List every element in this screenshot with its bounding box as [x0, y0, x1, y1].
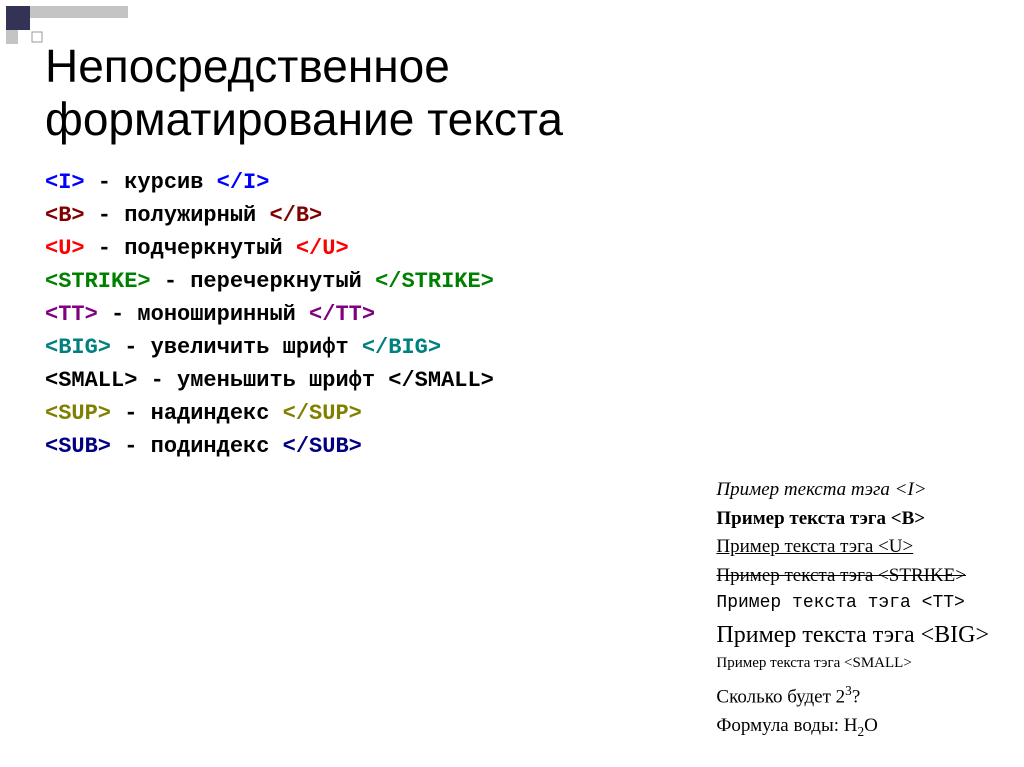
tag-close: </BIG>: [362, 335, 441, 360]
tag-description: - полужирный: [85, 203, 270, 228]
tag-row: <SUB> - подиндекс </SUB>: [45, 430, 979, 463]
tag-row: <SMALL> - уменьшить шрифт </SMALL>: [45, 364, 979, 397]
tag-row: <I> - курсив </I>: [45, 166, 979, 199]
tag-open: <U>: [45, 236, 85, 261]
tag-description: - курсив: [85, 170, 217, 195]
tag-open: <B>: [45, 203, 85, 228]
tag-close: </STRIKE>: [375, 269, 494, 294]
tags-definition-list: <I> - курсив </I><B> - полужирный </B><U…: [45, 166, 979, 463]
slide-title: Непосредственное форматирование текста: [45, 40, 979, 146]
tag-row: <SUP> - надиндекс </SUP>: [45, 397, 979, 430]
example-big: Пример текста тэга <BIG>: [716, 618, 989, 653]
tag-open: <I>: [45, 170, 85, 195]
example-tt: Пример текста тэга <TT>: [716, 590, 989, 616]
tag-open: <SUP>: [45, 401, 111, 426]
tag-description: - надиндекс: [111, 401, 283, 426]
tag-open: <SUB>: [45, 434, 111, 459]
tag-row: <U> - подчеркнутый </U>: [45, 232, 979, 265]
tag-row: <BIG> - увеличить шрифт </BIG>: [45, 331, 979, 364]
tag-description: - моноширинный: [98, 302, 309, 327]
tag-open: <STRIKE>: [45, 269, 151, 294]
tag-close: </SUB>: [283, 434, 362, 459]
example-strike: Пример текста тэга <STRIKE>: [716, 562, 989, 590]
tag-description: - подчеркнутый: [85, 236, 296, 261]
examples-block: Пример текста тэга <I> Пример текста тэг…: [716, 476, 989, 742]
tag-open: <SMALL>: [45, 368, 137, 393]
example-sup: Сколько будет 23?: [716, 681, 989, 711]
tag-open: <BIG>: [45, 335, 111, 360]
example-sub: Формула воды: H2O: [716, 712, 989, 741]
tag-row: <TT> - моноширинный </TT>: [45, 298, 979, 331]
title-line-2: форматирование текста: [45, 93, 563, 145]
example-small: Пример текста тэга <SMALL>: [716, 653, 989, 675]
example-italic: Пример текста тэга <I>: [716, 476, 989, 504]
tag-close: </I>: [217, 170, 270, 195]
example-bold: Пример текста тэга <B>: [716, 505, 989, 533]
tag-close: </B>: [269, 203, 322, 228]
slide-content: Непосредственное форматирование текста <…: [0, 0, 1024, 483]
tag-close: </SMALL>: [388, 368, 494, 393]
tag-close: </TT>: [309, 302, 375, 327]
tag-description: - увеличить шрифт: [111, 335, 362, 360]
tag-row: <B> - полужирный </B>: [45, 199, 979, 232]
slide-corner-decoration: [0, 0, 150, 55]
example-underline: Пример текста тэга <U>: [716, 533, 989, 561]
tag-description: - уменьшить шрифт: [137, 368, 388, 393]
tag-description: - подиндекс: [111, 434, 283, 459]
tag-close: </SUP>: [283, 401, 362, 426]
tag-close: </U>: [296, 236, 349, 261]
tag-description: - перечеркнутый: [151, 269, 375, 294]
tag-row: <STRIKE> - перечеркнутый </STRIKE>: [45, 265, 979, 298]
tag-open: <TT>: [45, 302, 98, 327]
